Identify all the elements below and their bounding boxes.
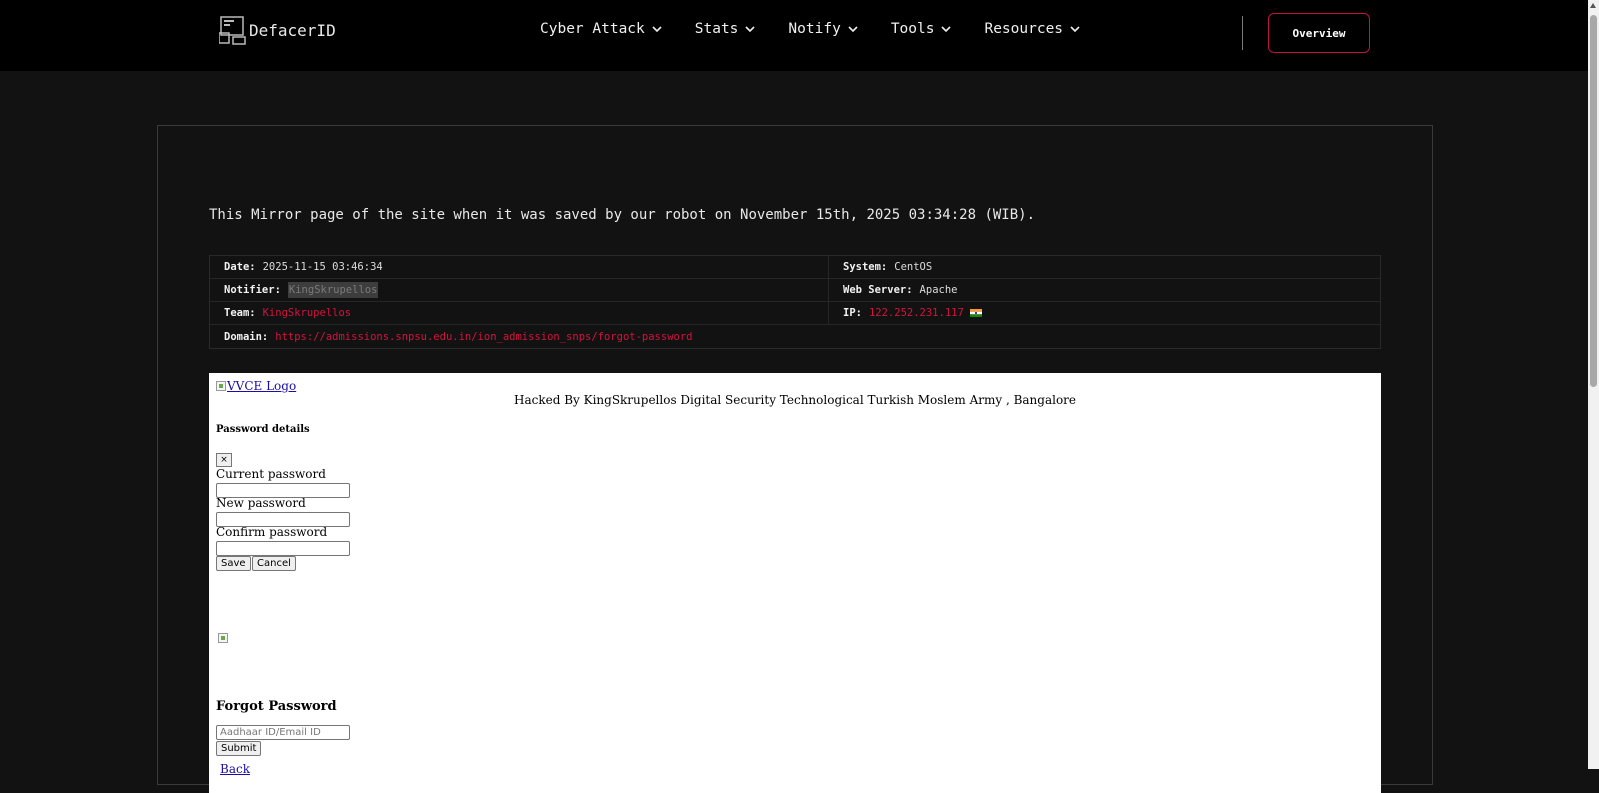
scroll-thumb[interactable] (1590, 15, 1597, 387)
notifier-label: Notifier: (224, 284, 281, 296)
forgot-password-heading: Forgot Password (216, 699, 337, 714)
chevron-down-icon (848, 25, 858, 32)
team-cell: Team: KingSkrupellos (210, 302, 829, 324)
save-button[interactable]: Save (216, 556, 251, 571)
logo-icon (219, 16, 246, 45)
system-label: System: (843, 261, 888, 273)
vvce-logo-link[interactable]: VVCE Logo (216, 379, 296, 393)
broken-image-icon (216, 381, 226, 391)
webserver-label: Web Server: (843, 284, 913, 296)
page-scrollbar[interactable] (1588, 0, 1599, 769)
info-row: Date: 2025-11-15 03:46:34 System: CentOS (210, 256, 1380, 279)
nav-notify[interactable]: Notify (788, 21, 858, 37)
team-label: Team: (224, 307, 256, 319)
top-navbar: DefacerID Cyber Attack Stats Notify Tool… (0, 0, 1599, 71)
submit-button[interactable]: Submit (216, 741, 262, 756)
nav-resources[interactable]: Resources (984, 21, 1080, 37)
info-row: Notifier: KingSkrupellos Web Server: Apa… (210, 279, 1380, 302)
nav-label: Resources (984, 21, 1064, 37)
india-flag-icon (969, 309, 982, 317)
date-value: 2025-11-15 03:46:34 (262, 261, 383, 273)
nav-label: Tools (890, 21, 935, 37)
logo-text: DefacerID (249, 20, 336, 40)
chevron-down-icon (1070, 25, 1080, 32)
deface-info-table: Date: 2025-11-15 03:46:34 System: CentOS… (209, 255, 1381, 349)
cancel-button[interactable]: Cancel (252, 556, 296, 571)
aadhaar-email-input[interactable] (216, 725, 350, 740)
scroll-up-icon[interactable] (1590, 3, 1596, 8)
system-cell: System: CentOS (829, 256, 1380, 278)
info-row: Domain: https://admissions.snpsu.edu.in/… (210, 325, 1380, 348)
broken-image-icon (218, 633, 228, 643)
back-link[interactable]: Back (220, 762, 250, 776)
hacked-banner: Hacked By KingSkrupellos Digital Securit… (513, 393, 1077, 407)
mirror-notice: This Mirror page of the site when it was… (209, 207, 1036, 223)
info-row: Team: KingSkrupellos IP: 122.252.231.117 (210, 302, 1380, 325)
chevron-down-icon (941, 25, 952, 32)
nav-label: Stats (694, 21, 739, 37)
domain-label: Domain: (224, 330, 269, 343)
site-logo[interactable]: DefacerID (219, 15, 336, 45)
nav-cyber-attack[interactable]: Cyber Attack (540, 21, 662, 37)
notifier-cell: Notifier: KingSkrupellos (210, 279, 829, 301)
password-details-heading: Password details (216, 424, 310, 435)
current-password-label: Current password (216, 467, 326, 481)
domain-cell: Domain: https://admissions.snpsu.edu.in/… (210, 325, 1380, 348)
confirm-password-label: Confirm password (216, 525, 328, 539)
close-button[interactable]: × (216, 453, 232, 467)
overview-button[interactable]: Overview (1268, 13, 1370, 53)
logo-alt-text: VVCE Logo (227, 379, 297, 393)
webserver-cell: Web Server: Apache (829, 279, 1380, 301)
new-password-label: New password (216, 496, 306, 510)
nav-stats[interactable]: Stats (695, 21, 756, 37)
domain-link[interactable]: https://admissions.snpsu.edu.in/ion_admi… (275, 331, 692, 343)
ip-label: IP: (843, 307, 862, 319)
date-label: Date: (224, 261, 256, 273)
notifier-value[interactable]: KingSkrupellos (287, 282, 379, 298)
main-nav: Cyber Attack Stats Notify Tools Resource… (540, 21, 1113, 37)
ip-cell: IP: 122.252.231.117 (829, 302, 1380, 324)
webserver-value: Apache (919, 284, 958, 296)
nav-label: Cyber Attack (540, 21, 645, 37)
team-link[interactable]: KingSkrupellos (263, 307, 352, 319)
chevron-down-icon (745, 25, 755, 32)
chevron-down-icon (652, 25, 662, 32)
system-value: CentOS (894, 261, 933, 273)
mirror-panel: This Mirror page of the site when it was… (157, 125, 1433, 793)
nav-tools[interactable]: Tools (891, 21, 952, 37)
confirm-password-input[interactable] (216, 541, 350, 556)
nav-divider (1242, 16, 1243, 50)
ip-link[interactable]: 122.252.231.117 (869, 307, 964, 319)
date-cell: Date: 2025-11-15 03:46:34 (210, 256, 829, 278)
nav-label: Notify (788, 21, 841, 37)
mirror-frame: VVCE Logo Hacked By KingSkrupellos Digit… (209, 373, 1381, 793)
